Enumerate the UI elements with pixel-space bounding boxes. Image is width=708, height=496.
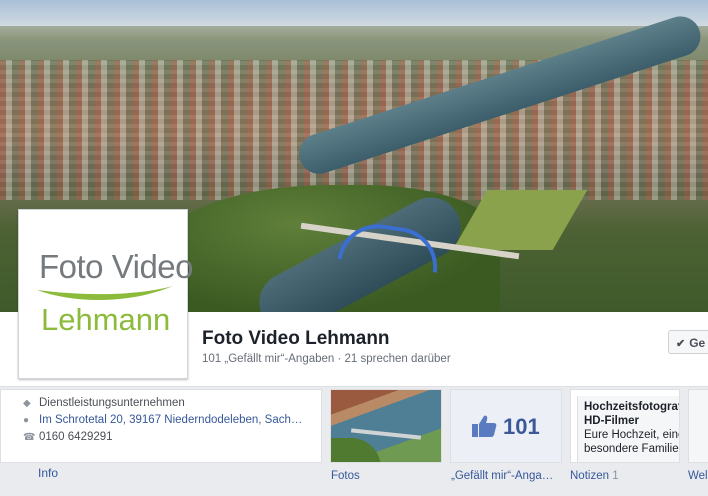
welcome-label-text: Wel	[688, 470, 708, 482]
notes-preview-line: HD-Filmer	[584, 415, 639, 427]
info-box[interactable]: ◆ Dienstleistungsunternehmen ● Im Schrotet…	[0, 389, 322, 463]
welcome-app-label[interactable]: Wel	[688, 470, 708, 482]
photos-label-text: Fotos	[331, 470, 360, 482]
page-stats: 101 „Gefällt mir“-Angaben · 21 sprechen …	[202, 353, 451, 365]
notes-preview: Hochzeitsfotograf HD-Filmer Eure Hochzei…	[577, 396, 680, 462]
like-button[interactable]: ✔ Ge	[668, 330, 708, 354]
photos-app-thumb[interactable]	[330, 389, 442, 463]
likes-app-label[interactable]: „Gefällt mir“-Anga…	[451, 470, 553, 482]
profile-picture[interactable]: Foto Video Lehmann	[18, 209, 194, 379]
welcome-app-thumb[interactable]	[688, 389, 708, 463]
thumbs-up-icon	[472, 415, 497, 437]
info-category-row: ◆ Dienstleistungsunternehmen	[23, 397, 185, 409]
photo-trees	[331, 438, 381, 462]
info-phone-row: ☎ 0160 6429291	[23, 431, 113, 443]
like-button-label: Ge	[689, 336, 706, 350]
notes-preview-line: besondere Familien	[584, 443, 680, 455]
logo-text-bottom: Lehmann	[41, 302, 171, 337]
info-link[interactable]: Info	[38, 466, 58, 480]
logo-text-top: Foto Video	[39, 248, 194, 285]
phone-icon: ☎	[23, 432, 36, 443]
tag-icon: ◆	[23, 398, 31, 409]
page-title[interactable]: Foto Video Lehmann	[202, 328, 390, 350]
notes-app-thumb[interactable]: Hochzeitsfotograf HD-Filmer Eure Hochzei…	[570, 389, 680, 463]
checkmark-icon: ✔	[676, 338, 686, 350]
likes-label-text: „Gefällt mir“-Anga…	[451, 470, 554, 482]
cover-horizon	[0, 26, 708, 40]
notes-label-text: Notizen	[570, 470, 609, 482]
photo-bridge	[350, 428, 422, 440]
notes-count: 1	[612, 470, 619, 482]
notes-preview-line: Eure Hochzeit, eine	[584, 429, 680, 441]
likes-app-thumb[interactable]: 101	[450, 389, 562, 463]
cover-sky	[0, 0, 708, 28]
location-pin-icon: ●	[23, 415, 30, 426]
notes-app-label[interactable]: Notizen 1	[570, 470, 619, 482]
photos-app-label[interactable]: Fotos	[331, 470, 360, 482]
info-category: Dienstleistungsunternehmen	[39, 397, 185, 409]
info-phone: 0160 6429291	[39, 431, 113, 443]
notes-preview-line: Hochzeitsfotograf	[584, 401, 680, 413]
info-address-link[interactable]: Im Schrotetal 20, 39167 Niederndodeleben…	[39, 414, 302, 426]
info-address-row[interactable]: ● Im Schrotetal 20, 39167 Niederndodelebe…	[23, 414, 302, 426]
likes-count: 101	[503, 414, 540, 439]
